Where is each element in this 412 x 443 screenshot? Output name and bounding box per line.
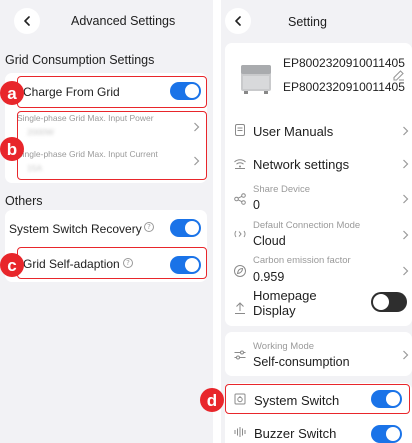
advanced-settings-header: Advanced Settings (0, 0, 213, 44)
share-device-row[interactable]: Share Device 0 (225, 180, 412, 216)
chevron-left-icon (235, 16, 241, 26)
carbon-factor-row[interactable]: Carbon emission factor 0.959 (225, 252, 412, 288)
mode-switch-icon (233, 348, 247, 362)
highlight-box-d (225, 384, 410, 414)
callout-marker-a: a (0, 81, 24, 105)
chevron-right-icon (403, 230, 409, 240)
callout-marker-c: c (0, 253, 24, 277)
connection-mode-icon (233, 227, 247, 241)
wifi-icon (233, 156, 247, 170)
user-manuals-label: User Manuals (253, 124, 334, 139)
chevron-right-icon (403, 126, 409, 136)
setting-screen: Setting EP8002320910011405 EP80023209100… (221, 0, 412, 443)
network-settings-row[interactable]: Network settings (225, 146, 412, 180)
device-serial: EP8002320910011405 (283, 80, 405, 94)
back-button[interactable] (14, 8, 40, 34)
page-title: Advanced Settings (71, 14, 176, 28)
share-device-label: Share Device (253, 184, 311, 195)
buzzer-switch-row[interactable]: Buzzer Switch (225, 415, 412, 443)
carbon-factor-value: 0.959 (253, 270, 285, 284)
share-device-value: 0 (253, 198, 260, 212)
homepage-display-label-line1: Homepage (253, 288, 317, 303)
share-icon (233, 192, 247, 206)
homepage-display-label-line2: Display (253, 303, 296, 318)
leaf-icon (233, 264, 247, 278)
highlight-box-b (17, 111, 207, 180)
buzzer-switch-toggle[interactable] (371, 425, 402, 443)
working-mode-card[interactable]: Working Mode Self-consumption (225, 332, 412, 376)
homepage-display-toggle[interactable] (371, 292, 407, 312)
highlight-box-a (17, 76, 207, 108)
buzzer-icon (233, 425, 247, 439)
carbon-factor-label: Carbon emission factor (253, 255, 351, 266)
system-switch-recovery-row[interactable]: System Switch Recovery ? (5, 210, 207, 246)
others-section-title: Others (5, 194, 43, 208)
working-mode-label: Working Mode (253, 341, 315, 352)
working-mode-value: Self-consumption (253, 355, 350, 369)
callout-marker-d: d (200, 388, 224, 412)
page-title: Setting (288, 15, 327, 29)
network-settings-label: Network settings (253, 157, 350, 172)
buzzer-switch-label: Buzzer Switch (254, 426, 337, 441)
default-connection-label: Default Connection Mode (253, 220, 361, 231)
system-switch-recovery-label: System Switch Recovery (9, 222, 142, 236)
homepage-display-row[interactable]: Homepage Display (225, 288, 412, 326)
settings-list-card: User Manuals Network settings Share Devi… (225, 110, 412, 326)
upload-icon (233, 301, 247, 315)
device-name: EP8002320910011405 (283, 56, 405, 70)
help-icon[interactable]: ? (144, 222, 154, 232)
callout-marker-b: b (0, 137, 24, 161)
default-connection-value: Cloud (253, 234, 286, 248)
highlight-box-c (17, 247, 207, 279)
edit-icon[interactable] (392, 69, 405, 82)
chevron-right-icon (403, 266, 409, 276)
chevron-left-icon (24, 16, 30, 26)
document-icon (233, 123, 247, 137)
default-connection-row[interactable]: Default Connection Mode Cloud (225, 216, 412, 252)
advanced-settings-screen: Advanced Settings Grid Consumption Setti… (0, 0, 213, 443)
chevron-right-icon (403, 194, 409, 204)
chevron-right-icon (403, 159, 409, 169)
back-button[interactable] (225, 8, 251, 34)
user-manuals-row[interactable]: User Manuals (225, 110, 412, 146)
system-switch-recovery-toggle[interactable] (170, 219, 201, 237)
setting-header: Setting (221, 0, 412, 44)
device-image-icon (241, 65, 271, 94)
grid-consumption-section-title: Grid Consumption Settings (5, 53, 155, 67)
chevron-right-icon (403, 350, 409, 360)
